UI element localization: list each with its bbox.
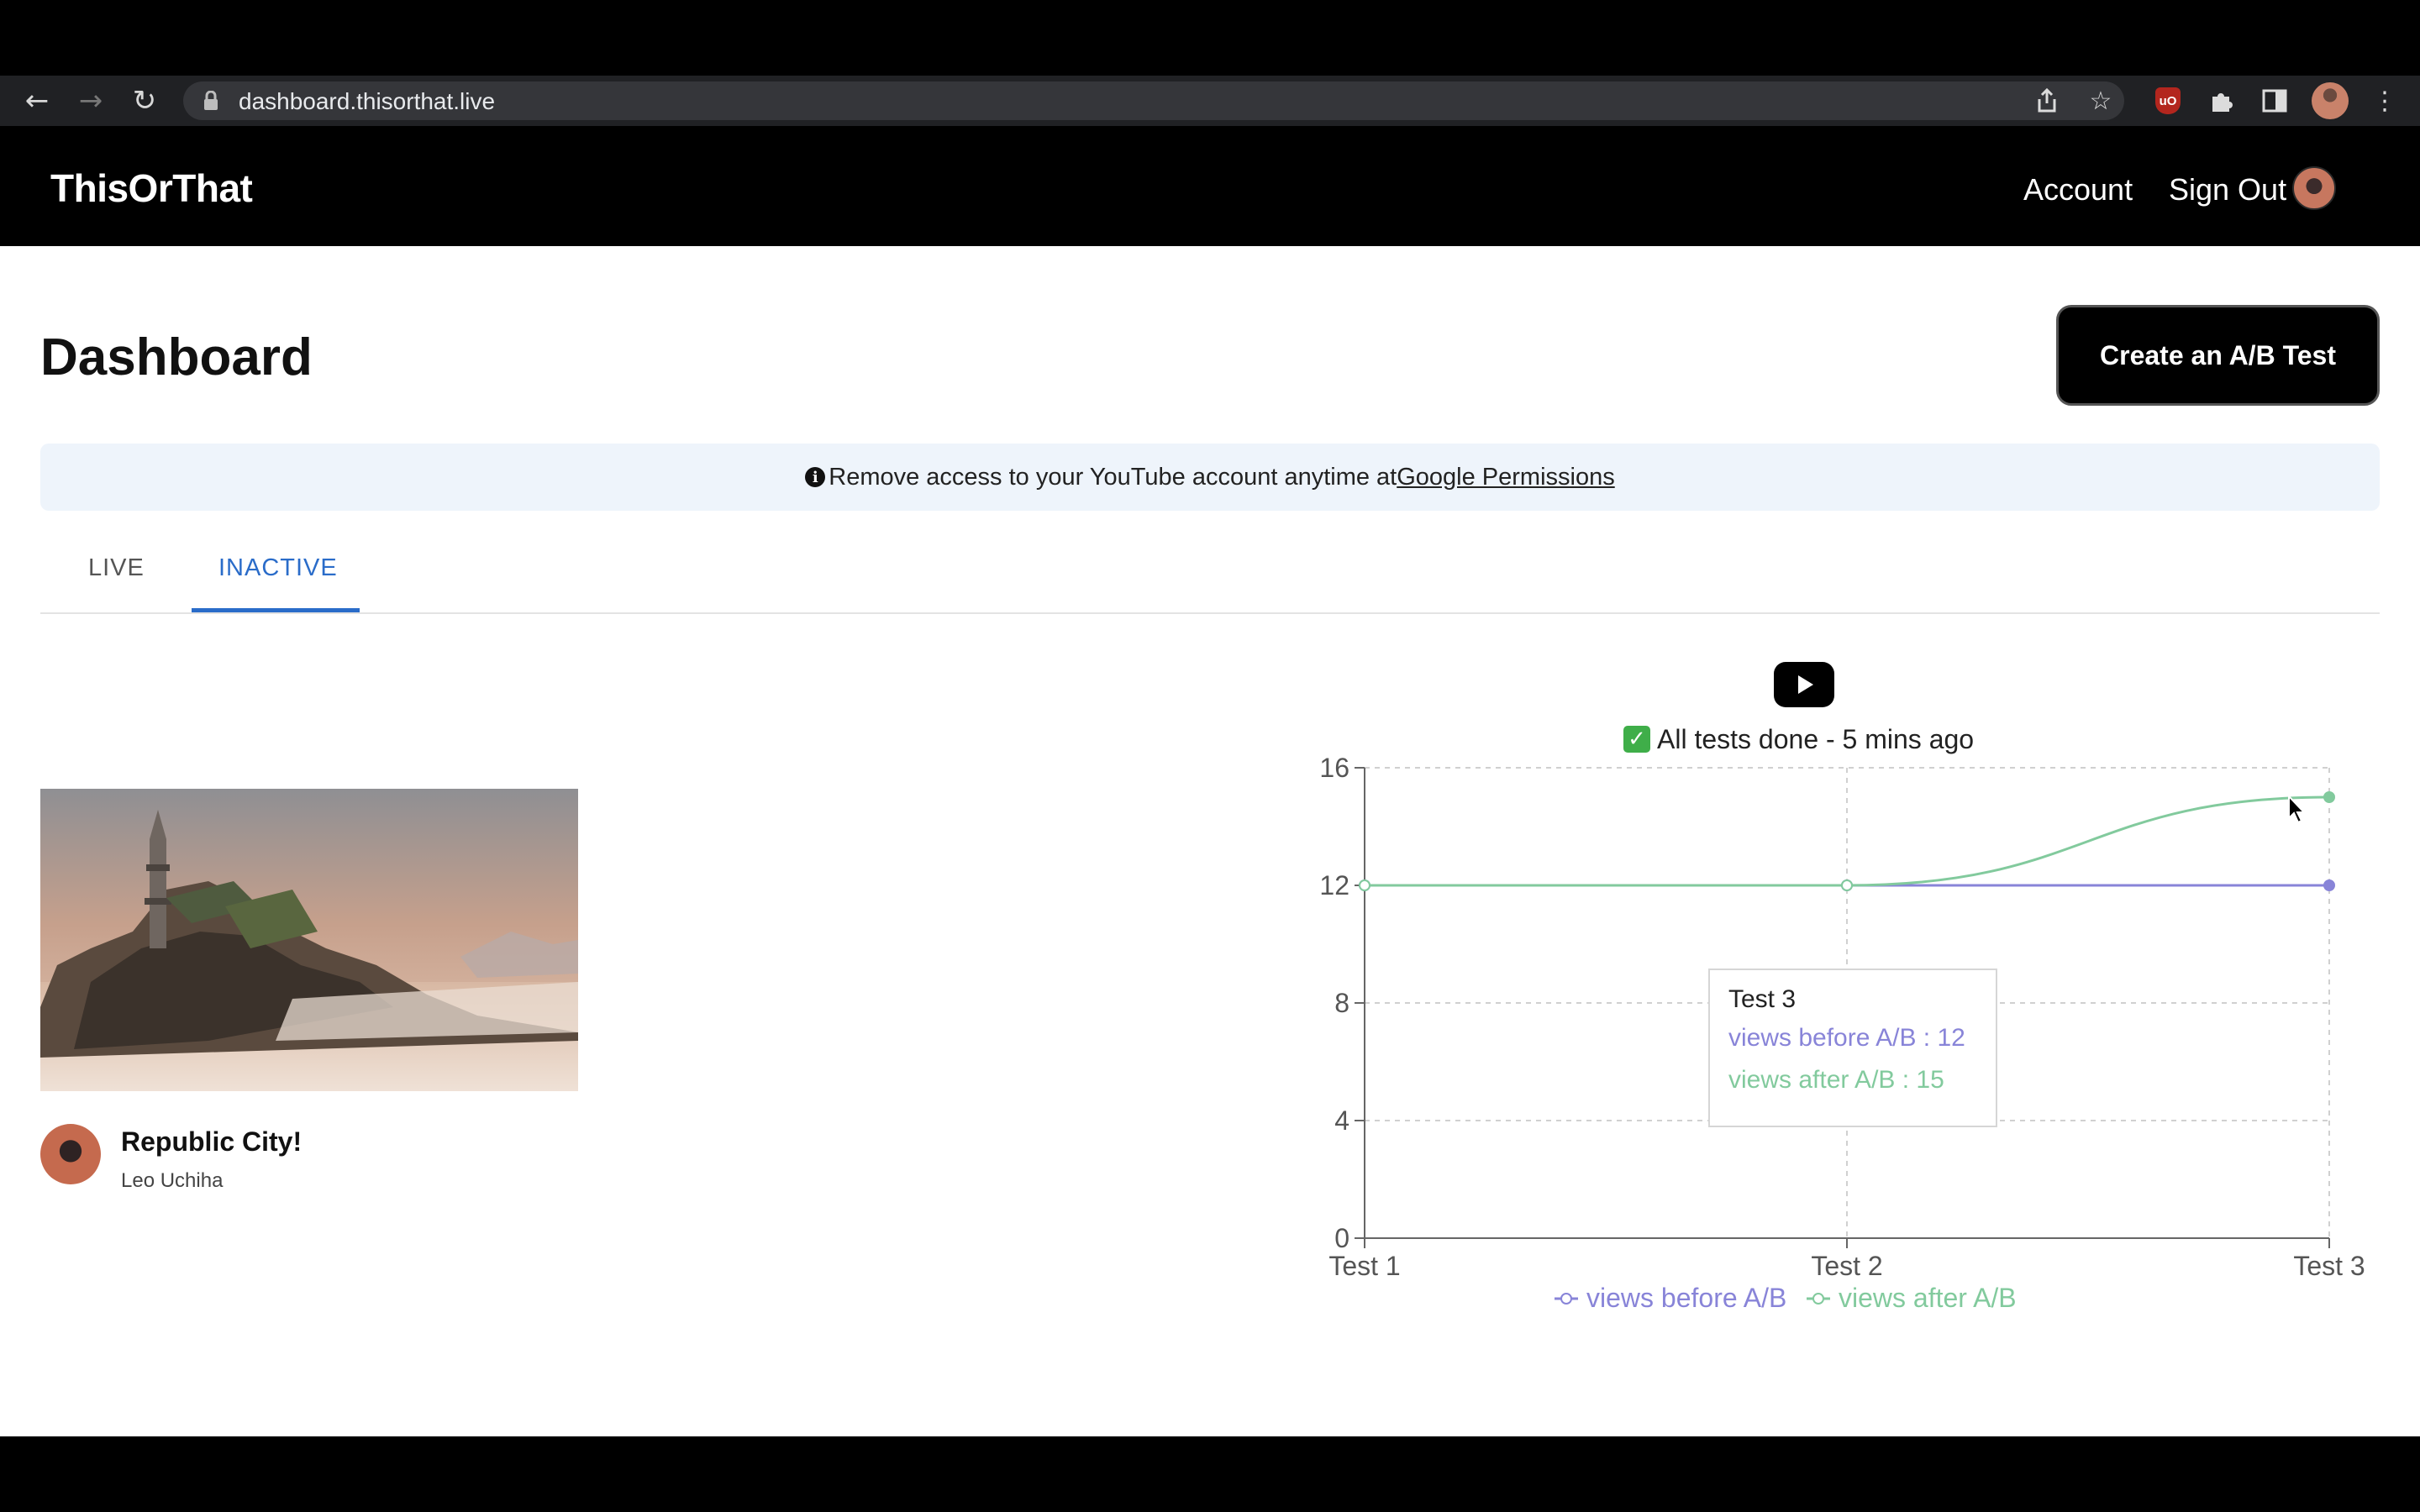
permissions-banner: i Remove access to your YouTube account … [40,444,2380,511]
ublock-icon[interactable]: uO [2155,87,2181,114]
channel-avatar[interactable] [40,1124,101,1184]
tab-inactive[interactable]: INACTIVE [218,554,338,582]
data-point [1841,879,1853,891]
y-tick-label: 16 [1319,753,1349,783]
profile-avatar[interactable] [2312,82,2349,119]
screen-bottom-bar [0,1436,2420,1512]
star-icon[interactable]: ☆ [2084,84,2118,118]
back-arrow-icon[interactable]: ← [20,84,54,118]
tooltip-after: views after A/B : 15 [1728,1066,1944,1094]
mouse-cursor-icon [2288,795,2307,824]
y-tick-label: 8 [1334,988,1349,1018]
screen-top-bar [0,0,2420,76]
page-title: Dashboard [40,328,313,386]
youtube-play-icon[interactable] [1774,662,1834,707]
create-ab-test-button[interactable]: Create an A/B Test [2056,305,2380,406]
forward-arrow-icon[interactable]: → [74,84,108,118]
lock-icon [204,91,218,110]
puzzle-icon[interactable] [2205,84,2238,118]
data-point [2323,879,2335,891]
chart-tooltip: Test 3 views before A/B : 12 views after… [1708,969,1997,1127]
side-panel-icon[interactable] [2258,84,2291,118]
url-text[interactable]: dashboard.thisorthat.live [239,87,495,116]
video-title[interactable]: Republic City! [121,1126,302,1158]
ublock-label: uO [2159,93,2177,108]
share-icon[interactable] [2030,84,2064,118]
channel-name: Leo Uchiha [121,1169,224,1192]
legend-label: views before A/B [1586,1283,1786,1313]
y-tick-label: 4 [1334,1105,1349,1136]
legend-swatch-dot [1812,1293,1824,1305]
data-point [2323,791,2335,803]
tooltip-title: Test 3 [1728,985,1797,1013]
legend-swatch-dot [1560,1293,1572,1305]
menu-dots-icon[interactable]: ⋮ [2368,84,2402,118]
data-point [1359,879,1370,891]
tabs-divider [40,612,2380,614]
tooltip-before: views before A/B : 12 [1728,1024,1965,1052]
y-tick-label: 12 [1319,870,1349,900]
x-tick-label: Test 1 [1328,1251,1400,1281]
reload-icon[interactable]: ↻ [128,84,161,118]
user-avatar[interactable] [2292,166,2336,210]
account-link[interactable]: Account [2023,172,2133,207]
video-thumbnail[interactable] [40,789,578,1091]
info-icon: i [805,467,826,487]
active-tab-indicator [192,608,360,612]
x-tick-label: Test 3 [2293,1251,2365,1281]
google-permissions-link[interactable]: Google Permissions [1397,464,1615,491]
y-tick-label: 0 [1334,1223,1349,1253]
sign-out-link[interactable]: Sign Out [2169,172,2286,207]
legend-label: views after A/B [1839,1283,2017,1313]
banner-text: Remove access to your YouTube account an… [829,463,1397,491]
brand-logo[interactable]: ThisOrThat [50,165,253,211]
tab-live[interactable]: LIVE [88,554,145,582]
x-tick-label: Test 2 [1811,1251,1882,1281]
